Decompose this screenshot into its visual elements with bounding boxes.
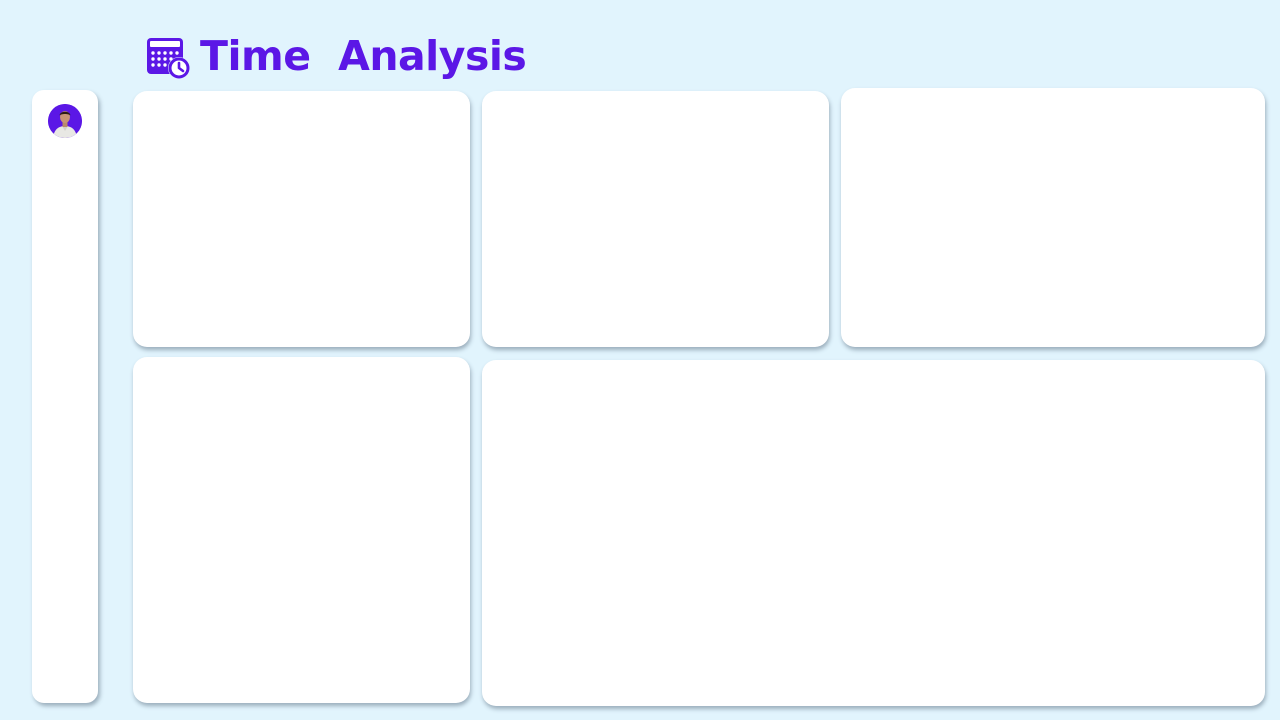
panel-bottom-right (482, 360, 1265, 706)
page-header: Time Analysis (144, 28, 527, 84)
sidebar (32, 90, 98, 703)
panel-top-right (841, 88, 1265, 347)
panel-top-middle (482, 91, 829, 347)
calendar-clock-icon (144, 32, 192, 80)
panel-top-left (133, 91, 470, 347)
dashboard-page: Time Analysis (0, 0, 1280, 720)
panel-bottom-left (133, 357, 470, 703)
page-title: Time Analysis (200, 32, 527, 80)
user-avatar[interactable] (48, 104, 82, 138)
